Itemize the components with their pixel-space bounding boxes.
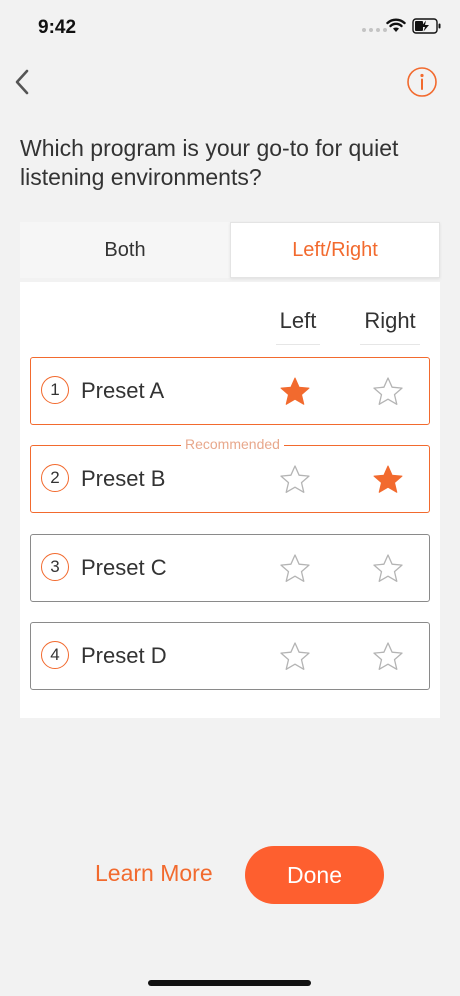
status-bar: 9:42 xyxy=(0,0,460,56)
star-left-icon[interactable] xyxy=(278,640,312,674)
column-divider xyxy=(276,344,320,345)
star-left-icon[interactable] xyxy=(278,552,312,586)
battery-charging-icon xyxy=(412,18,441,34)
preset-row-d[interactable]: 4 Preset D xyxy=(30,622,430,690)
recommended-badge: Recommended xyxy=(181,436,284,452)
chevron-left-icon xyxy=(15,69,29,95)
column-header-left: Left xyxy=(279,308,317,333)
preset-number-badge: 4 xyxy=(41,641,69,669)
preset-row-a[interactable]: 1 Preset A xyxy=(30,357,430,425)
star-right-icon[interactable] xyxy=(371,552,405,586)
nav-bar xyxy=(0,60,460,104)
preset-number-badge: 2 xyxy=(41,464,69,492)
preset-number-badge: 3 xyxy=(41,553,69,581)
preset-label: Preset C xyxy=(81,555,167,580)
star-right-icon[interactable] xyxy=(371,640,405,674)
tab-left-right[interactable]: Left/Right xyxy=(230,222,440,278)
column-divider xyxy=(360,344,420,345)
back-button[interactable] xyxy=(6,64,38,100)
preset-row-c[interactable]: 3 Preset C xyxy=(30,534,430,602)
preset-row-b[interactable]: Recommended 2 Preset B xyxy=(30,436,430,513)
cellular-signal-icon xyxy=(362,28,387,32)
preset-label: Preset B xyxy=(81,466,166,491)
preset-label: Preset A xyxy=(81,378,165,403)
preset-panel: Left Right 1 Preset A Recommended 2 Pres… xyxy=(20,282,440,718)
question-title: Which program is your go-to for quiet li… xyxy=(20,135,399,190)
star-left-icon[interactable] xyxy=(278,463,312,497)
column-header-right: Right xyxy=(364,308,416,333)
tab-both[interactable]: Both xyxy=(20,222,230,278)
home-indicator xyxy=(148,980,311,986)
info-button[interactable] xyxy=(406,66,438,98)
star-left-icon[interactable] xyxy=(278,375,312,409)
preset-label: Preset D xyxy=(81,643,167,668)
ear-mode-segmented-control: Both Left/Right xyxy=(20,222,440,278)
learn-more-link[interactable]: Learn More xyxy=(95,860,213,887)
done-button[interactable]: Done xyxy=(245,846,384,904)
preset-number-badge: 1 xyxy=(41,376,69,404)
status-time: 9:42 xyxy=(38,17,77,38)
star-right-icon[interactable] xyxy=(371,463,405,497)
wifi-icon xyxy=(386,18,406,32)
star-right-icon[interactable] xyxy=(371,375,405,409)
